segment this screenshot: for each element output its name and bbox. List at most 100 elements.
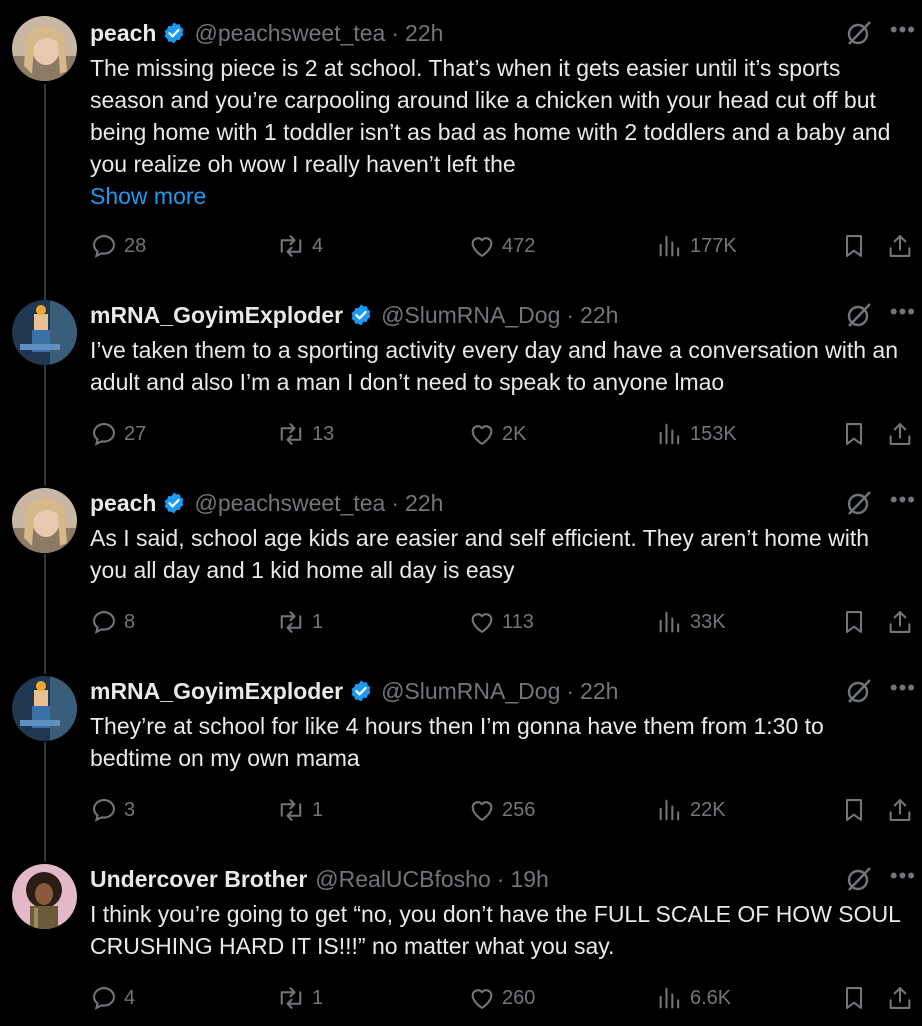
grok-icon[interactable] bbox=[844, 18, 874, 48]
like-count: 2K bbox=[502, 422, 527, 445]
separator-dot: · bbox=[566, 677, 575, 704]
separator-dot: · bbox=[496, 865, 505, 892]
grok-icon[interactable] bbox=[844, 676, 874, 706]
reply-count: 3 bbox=[124, 798, 136, 821]
avatar[interactable] bbox=[12, 676, 77, 741]
bookmark-button[interactable] bbox=[840, 607, 874, 637]
share-icon bbox=[889, 611, 911, 633]
grok-icon[interactable] bbox=[844, 864, 874, 894]
views-count: 33K bbox=[690, 610, 726, 633]
reply-button[interactable]: 4 bbox=[90, 983, 135, 1013]
grok-icon[interactable] bbox=[844, 488, 874, 518]
views-button[interactable]: 177K bbox=[656, 231, 737, 261]
bookmark-button[interactable] bbox=[840, 795, 874, 825]
views-icon bbox=[659, 423, 680, 445]
verified-badge-icon bbox=[351, 680, 371, 702]
bookmark-button[interactable] bbox=[840, 983, 874, 1013]
like-icon bbox=[471, 237, 493, 257]
tweet-text: They’re at school for like 4 hours then … bbox=[90, 710, 910, 774]
repost-button[interactable]: 1 bbox=[276, 983, 323, 1013]
more-icon[interactable]: ••• bbox=[890, 299, 916, 325]
user-handle[interactable]: @peachsweet_tea bbox=[194, 20, 385, 47]
like-button[interactable]: 113 bbox=[468, 607, 534, 637]
display-name[interactable]: Undercover Brother bbox=[90, 866, 307, 893]
bookmark-button[interactable] bbox=[840, 419, 874, 449]
avatar[interactable] bbox=[12, 864, 77, 929]
show-more-link[interactable]: Show more bbox=[90, 180, 910, 212]
display-name[interactable]: mRNA_GoyimExploder bbox=[90, 678, 343, 705]
views-button[interactable]: 22K bbox=[656, 795, 726, 825]
display-name[interactable]: peach bbox=[90, 490, 156, 517]
like-button[interactable]: 260 bbox=[468, 983, 535, 1013]
share-button[interactable] bbox=[886, 795, 920, 825]
user-handle[interactable]: @peachsweet_tea bbox=[194, 490, 385, 517]
like-button[interactable]: 2K bbox=[468, 419, 526, 449]
repost-button[interactable]: 4 bbox=[276, 231, 323, 261]
separator-dot: · bbox=[391, 489, 400, 516]
tweet-body: I think you’re going to get “no, you don… bbox=[90, 901, 901, 959]
views-count: 177K bbox=[690, 234, 737, 257]
tweet-text: I think you’re going to get “no, you don… bbox=[90, 898, 910, 962]
bookmark-icon bbox=[845, 235, 863, 257]
like-button[interactable]: 472 bbox=[468, 231, 535, 261]
like-count: 113 bbox=[502, 610, 534, 633]
tweet-actions: 3 1 256 22K bbox=[90, 795, 922, 825]
tweet-text: The missing piece is 2 at school. That’s… bbox=[90, 52, 910, 212]
user-handle[interactable]: @SlumRNA_Dog bbox=[381, 678, 560, 705]
timestamp[interactable]: 22h bbox=[405, 20, 443, 47]
more-icon[interactable]: ••• bbox=[890, 17, 916, 43]
tweet[interactable]: mRNA_GoyimExploder @SlumRNA_Dog · 22h ••… bbox=[0, 658, 922, 846]
user-handle[interactable]: @RealUCBfosho bbox=[315, 866, 490, 893]
share-button[interactable] bbox=[886, 419, 920, 449]
views-button[interactable]: 6.6K bbox=[656, 983, 731, 1013]
bookmark-icon bbox=[845, 423, 863, 445]
avatar[interactable] bbox=[12, 16, 77, 81]
verified-badge-icon bbox=[165, 22, 184, 44]
timestamp[interactable]: 22h bbox=[405, 490, 443, 517]
more-icon[interactable]: ••• bbox=[890, 863, 916, 889]
repost-button[interactable]: 1 bbox=[276, 795, 323, 825]
repost-count: 1 bbox=[312, 986, 324, 1009]
reply-button[interactable]: 3 bbox=[90, 795, 135, 825]
reply-button[interactable]: 28 bbox=[90, 231, 146, 261]
reply-button[interactable]: 8 bbox=[90, 607, 135, 637]
share-icon bbox=[889, 799, 911, 821]
timestamp[interactable]: 22h bbox=[580, 678, 618, 705]
tweet-actions: 8 1 113 33K bbox=[90, 607, 922, 637]
tweet[interactable]: mRNA_GoyimExploder @SlumRNA_Dog · 22h ••… bbox=[0, 282, 922, 470]
more-icon[interactable]: ••• bbox=[890, 487, 916, 513]
repost-button[interactable]: 1 bbox=[276, 607, 323, 637]
reply-button[interactable]: 27 bbox=[90, 419, 146, 449]
repost-count: 1 bbox=[312, 610, 324, 633]
repost-icon bbox=[280, 987, 302, 1009]
grok-icon[interactable] bbox=[844, 300, 874, 330]
display-name[interactable]: peach bbox=[90, 20, 156, 47]
views-button[interactable]: 153K bbox=[656, 419, 737, 449]
tweet[interactable]: peach @peachsweet_tea · 22h ••• As I sai… bbox=[0, 470, 922, 658]
like-count: 256 bbox=[502, 798, 536, 821]
reply-icon bbox=[93, 423, 115, 446]
tweet[interactable]: Undercover Brother @RealUCBfosho · 19h •… bbox=[0, 846, 922, 1026]
timestamp[interactable]: 22h bbox=[580, 302, 618, 329]
share-button[interactable] bbox=[886, 607, 920, 637]
share-button[interactable] bbox=[886, 983, 920, 1013]
views-count: 22K bbox=[690, 798, 726, 821]
avatar[interactable] bbox=[12, 300, 77, 365]
like-button[interactable]: 256 bbox=[468, 795, 535, 825]
avatar[interactable] bbox=[12, 488, 77, 553]
tweet-actions: 4 1 260 6.6K bbox=[90, 983, 922, 1013]
share-button[interactable] bbox=[886, 231, 920, 261]
user-handle[interactable]: @SlumRNA_Dog bbox=[381, 302, 560, 329]
tweet[interactable]: peach @peachsweet_tea · 22h ••• The miss… bbox=[0, 0, 922, 282]
like-icon bbox=[471, 801, 493, 821]
views-button[interactable]: 33K bbox=[656, 607, 726, 637]
separator-dot: · bbox=[566, 301, 575, 328]
reply-icon bbox=[93, 799, 115, 822]
bookmark-button[interactable] bbox=[840, 231, 874, 261]
bookmark-icon bbox=[845, 799, 863, 821]
display-name[interactable]: mRNA_GoyimExploder bbox=[90, 302, 343, 329]
timestamp[interactable]: 19h bbox=[510, 866, 548, 893]
repost-button[interactable]: 13 bbox=[276, 419, 334, 449]
like-count: 472 bbox=[502, 234, 536, 257]
more-icon[interactable]: ••• bbox=[890, 675, 916, 701]
